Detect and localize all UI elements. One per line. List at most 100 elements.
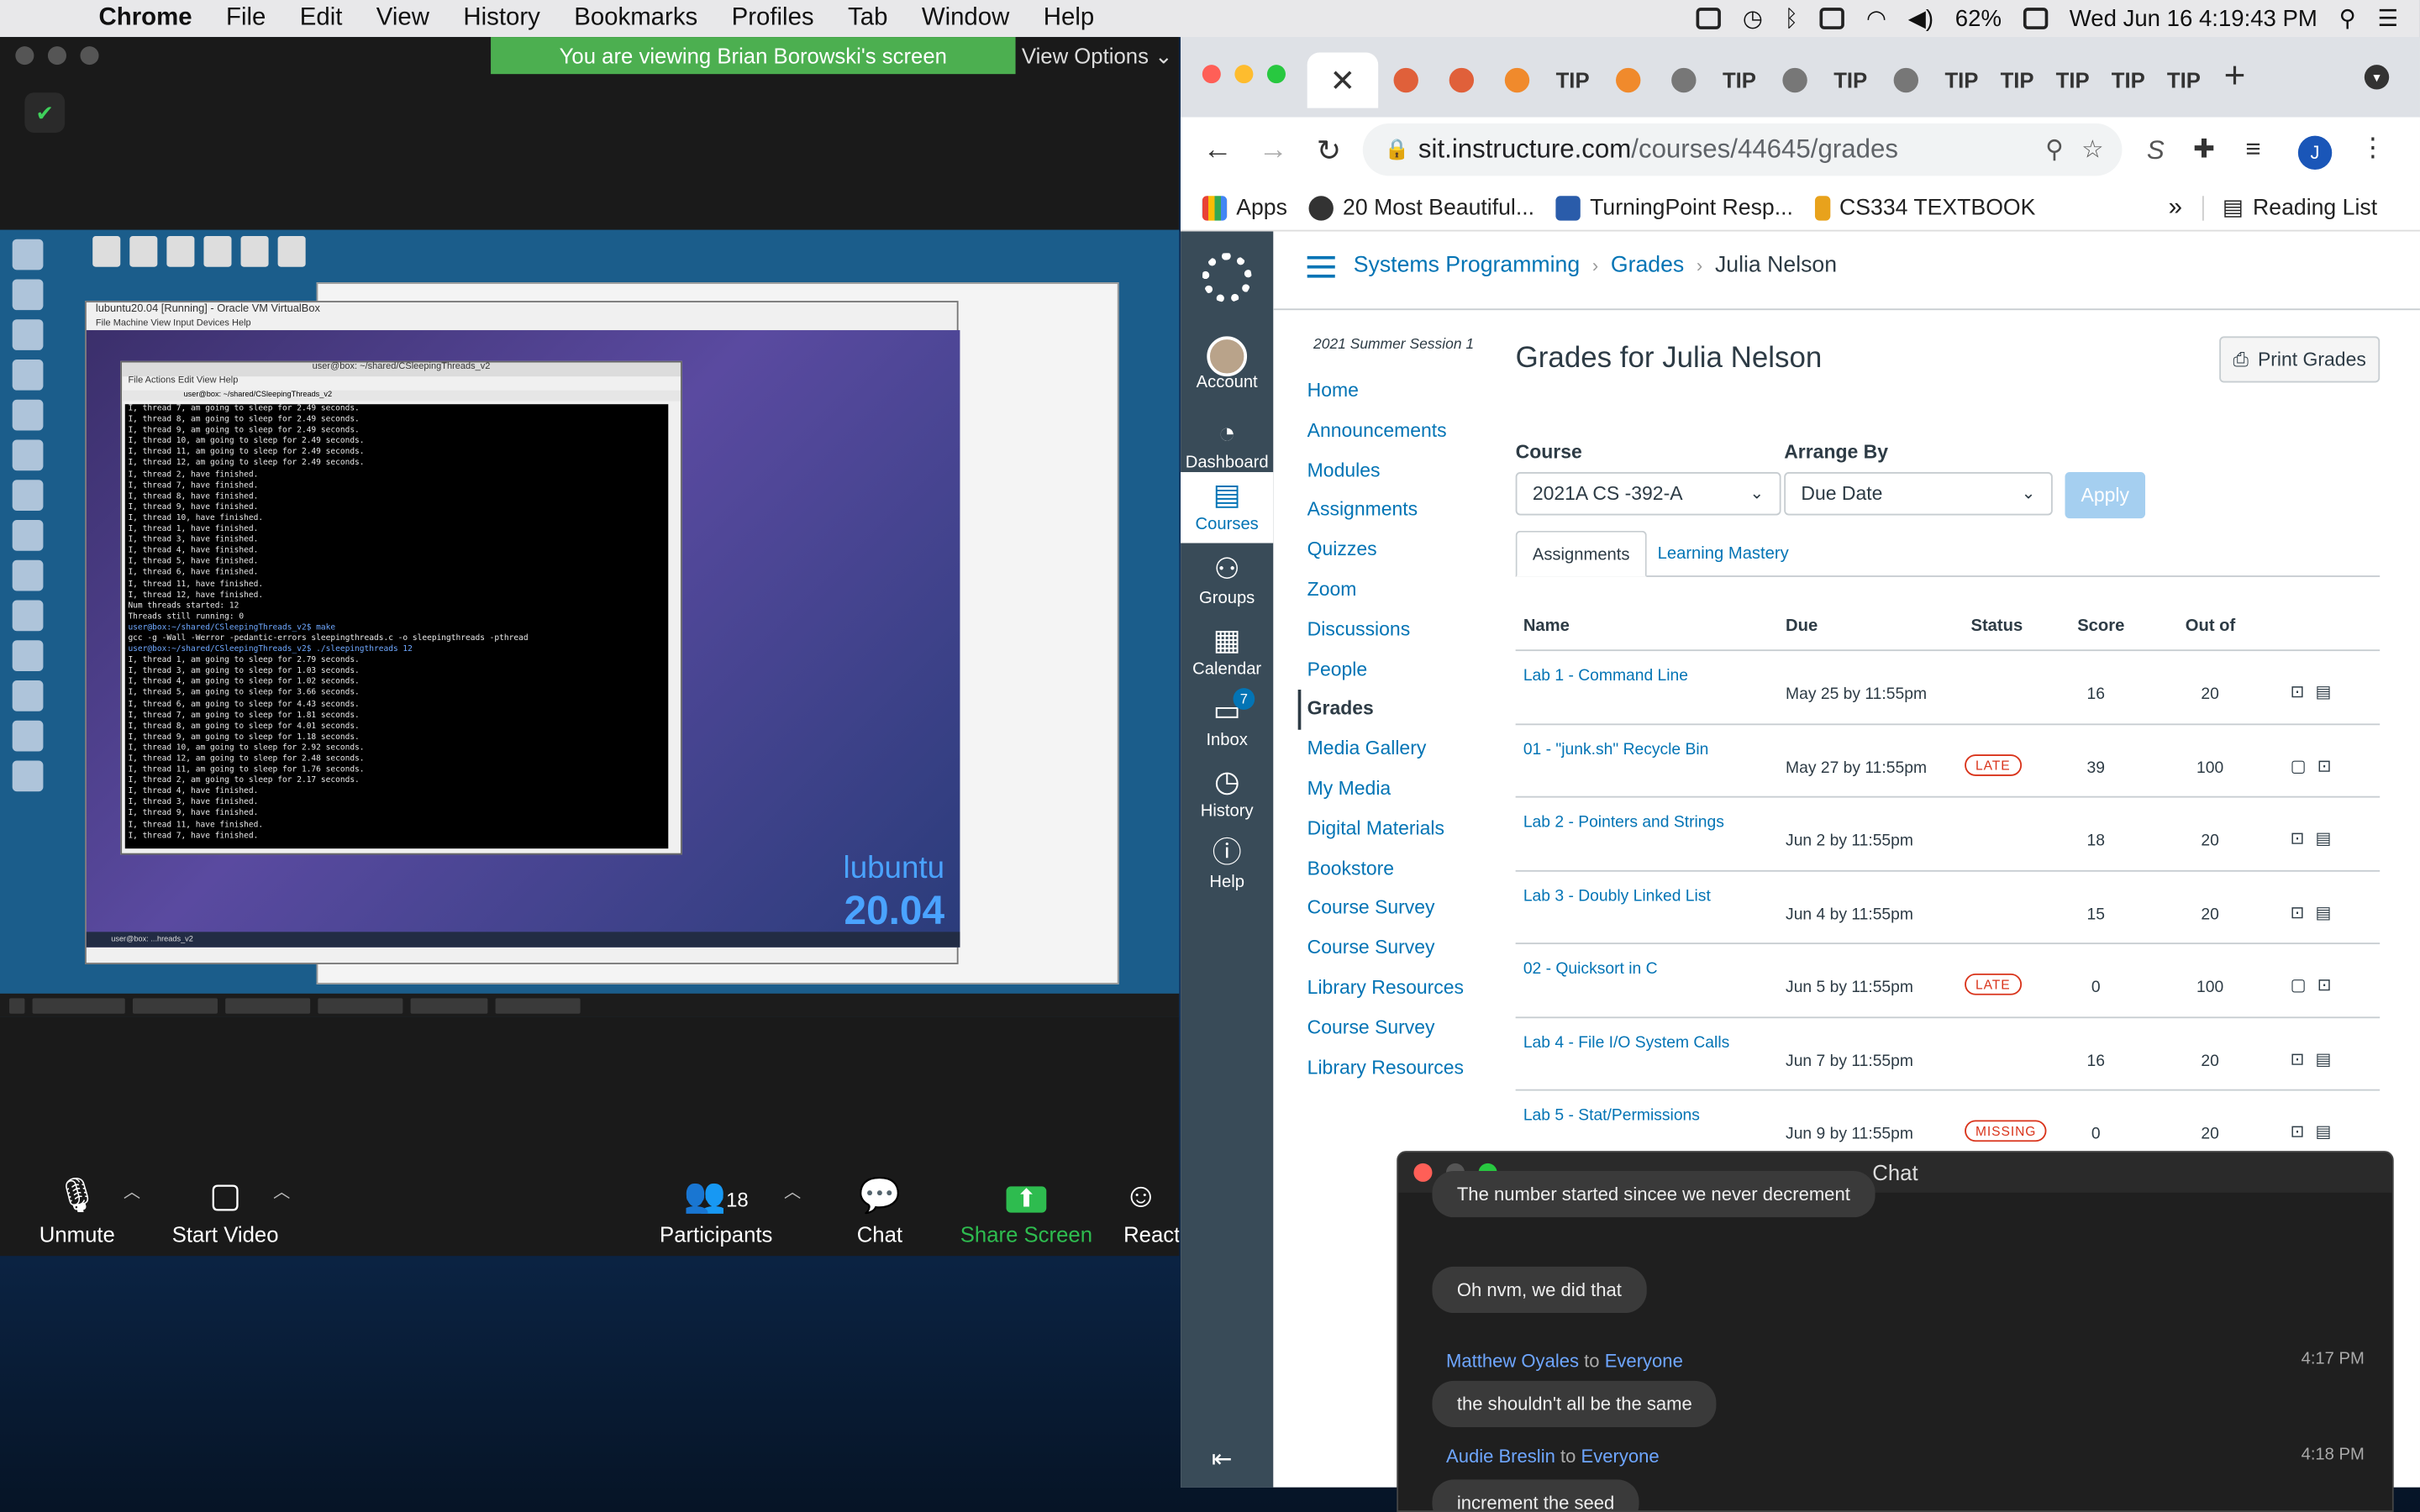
desktop-icon[interactable] [129, 236, 158, 267]
menu-window[interactable]: Window [922, 5, 1010, 33]
time-machine-icon[interactable]: ◷ [1743, 5, 1763, 32]
menu-profiles[interactable]: Profiles [732, 5, 814, 33]
bookmark-star-icon[interactable]: ☆ [2081, 134, 2103, 165]
reload-icon[interactable]: ↻ [1301, 134, 1356, 169]
collapse-nav-icon[interactable]: ⇤ [1212, 1444, 1233, 1475]
bookmark-item[interactable]: TurningPoint Resp... [1555, 195, 1793, 220]
new-tab-button[interactable]: + [2224, 55, 2246, 98]
profile-avatar[interactable]: J [2297, 135, 2333, 171]
course-nav-modules[interactable]: Modules [1307, 451, 1477, 491]
tab[interactable] [1489, 52, 1544, 108]
zoom-window-icon[interactable] [80, 46, 99, 66]
desktop-icon[interactable] [12, 640, 44, 671]
global-nav-help[interactable]: ⓘ Help [1181, 836, 1273, 891]
assignment-link[interactable]: Lab 1 - Command Line [1523, 666, 1688, 685]
bookmark-item[interactable]: 20 Most Beautiful... [1308, 195, 1534, 220]
video-options-caret-icon[interactable]: ︿ [273, 1179, 290, 1203]
taskbar-item[interactable] [225, 997, 311, 1013]
bookmark-apps[interactable]: Apps [1202, 195, 1287, 220]
tab[interactable] [1378, 52, 1434, 108]
tab-tip[interactable]: TIP [1990, 52, 2045, 108]
col-status[interactable]: Status [1970, 617, 2023, 636]
desktop-icon[interactable] [12, 760, 44, 792]
reactions-button[interactable]: ☺ React [1123, 1173, 1179, 1247]
taskbar-item[interactable] [32, 997, 125, 1013]
course-nav-media-gallery[interactable]: Media Gallery [1307, 730, 1477, 769]
tab[interactable] [1601, 52, 1656, 108]
desktop-icon[interactable] [12, 720, 44, 752]
virtualbox-menu[interactable]: File Machine View Input Devices Help [87, 318, 957, 330]
tab-tip[interactable]: TIP [2045, 52, 2101, 108]
chrome-menu-icon[interactable]: ⋮ [2360, 133, 2386, 164]
col-out-of[interactable]: Out of [2186, 617, 2235, 636]
close-icon[interactable] [15, 46, 34, 66]
canvas-logo-icon[interactable] [1202, 253, 1252, 302]
chat-button[interactable]: 💬 Chat [849, 1173, 910, 1247]
minimize-icon[interactable] [47, 46, 66, 66]
taskbar-item[interactable] [132, 997, 218, 1013]
control-center-icon[interactable]: ☰ [2378, 5, 2399, 32]
wifi-icon[interactable]: ◠ [1866, 5, 1886, 32]
bookmark-item[interactable]: CS334 TEXTBOOK [1814, 195, 2035, 220]
tab-learning-mastery[interactable]: Learning Mastery [1642, 531, 1804, 577]
course-nav-announcements[interactable]: Announcements [1307, 412, 1477, 451]
course-nav-home[interactable]: Home [1307, 372, 1477, 412]
global-nav-inbox[interactable]: ▭ 7 Inbox [1181, 688, 1273, 750]
assignment-link[interactable]: Lab 2 - Pointers and Strings [1523, 813, 1724, 832]
sender-name[interactable]: Audie Breslin [1446, 1446, 1555, 1467]
active-tab[interactable]: ✕ [1307, 52, 1379, 108]
lock-icon[interactable]: 🔒 [1385, 137, 1410, 161]
assignment-link[interactable]: Lab 3 - Doubly Linked List [1523, 886, 1711, 905]
forward-icon[interactable]: → [1245, 134, 1301, 168]
desktop-icon[interactable] [12, 480, 44, 511]
desktop-icon[interactable] [12, 279, 44, 311]
course-nav-zoom[interactable]: Zoom [1307, 571, 1477, 611]
taskbar-item[interactable] [318, 997, 403, 1013]
extensions-puzzle-icon[interactable]: ✚ [2193, 134, 2215, 165]
grade-detail-icons[interactable]: ⊡ ▤ [2291, 828, 2335, 848]
terminal-tab[interactable]: user@box: ~/shared/CSleepingThreads_v2 [122, 390, 681, 402]
menu-view[interactable]: View [376, 5, 429, 33]
start-icon[interactable] [9, 997, 25, 1013]
memory-icon[interactable] [1819, 8, 1845, 29]
terminal-output[interactable]: I, thread 7, am going to sleep for 2.49 … [124, 404, 669, 849]
view-options-menu[interactable]: View Options ⌄ [1022, 37, 1173, 74]
tab-tip[interactable]: TIP [1712, 52, 1767, 108]
bluetooth-icon[interactable]: ᛒ [1785, 5, 1799, 31]
course-nav-quizzes[interactable]: Quizzes [1307, 531, 1477, 570]
tab-tip[interactable]: TIP [1823, 52, 1878, 108]
course-nav-people[interactable]: People [1307, 650, 1477, 690]
desktop-icon[interactable] [12, 359, 44, 391]
grade-detail-icons[interactable]: ⊡ ▤ [2291, 902, 2335, 921]
breadcrumb-grades[interactable]: Grades [1611, 253, 1684, 277]
desktop-icon[interactable] [12, 319, 44, 350]
menu-app-name[interactable]: Chrome [99, 5, 192, 33]
grade-detail-icons[interactable]: ⊡ ▤ [2291, 1048, 2335, 1068]
desktop-icon[interactable] [92, 236, 121, 267]
breadcrumb-course[interactable]: Systems Programming [1354, 253, 1580, 277]
spotlight-search-icon[interactable]: ⚲ [2339, 5, 2356, 32]
address-bar[interactable]: 🔒 sit.instructure.com/courses/44645/grad… [1362, 123, 2123, 176]
clock[interactable]: Wed Jun 16 4:19:43 PM [2070, 5, 2317, 31]
battery-icon[interactable] [2023, 8, 2049, 29]
close-icon[interactable] [1202, 65, 1221, 84]
global-nav-courses[interactable]: ▤ Courses [1181, 472, 1274, 543]
desktop-icon[interactable] [12, 680, 44, 711]
desktop-icon[interactable] [166, 236, 195, 267]
grade-detail-icons[interactable]: ⊡ ▤ [2291, 682, 2335, 702]
course-nav-assignments[interactable]: Assignments [1307, 491, 1477, 531]
global-nav-groups[interactable]: ⚇ Groups [1181, 553, 1273, 607]
zoom-status-icon[interactable] [1696, 8, 1722, 29]
desktop-icon[interactable] [203, 236, 232, 267]
global-nav-dashboard[interactable]: ◔ Dashboard [1181, 417, 1273, 472]
course-menu-hamburger-icon[interactable] [1307, 255, 1335, 278]
desktop-icon[interactable] [12, 239, 44, 270]
tab-tip[interactable]: TIP [1545, 52, 1601, 108]
course-nav-digital-materials[interactable]: Digital Materials [1307, 810, 1477, 849]
volume-icon[interactable]: ◀) [1908, 5, 1933, 32]
close-tab-icon[interactable]: ✕ [1330, 61, 1356, 100]
print-grades-button[interactable]: ⎙ Print Grades [2219, 336, 2381, 383]
course-nav-bookstore[interactable]: Bookstore [1307, 849, 1477, 889]
global-nav-account[interactable]: Account [1181, 336, 1273, 392]
more-bookmarks-icon[interactable]: » [2169, 194, 2182, 222]
